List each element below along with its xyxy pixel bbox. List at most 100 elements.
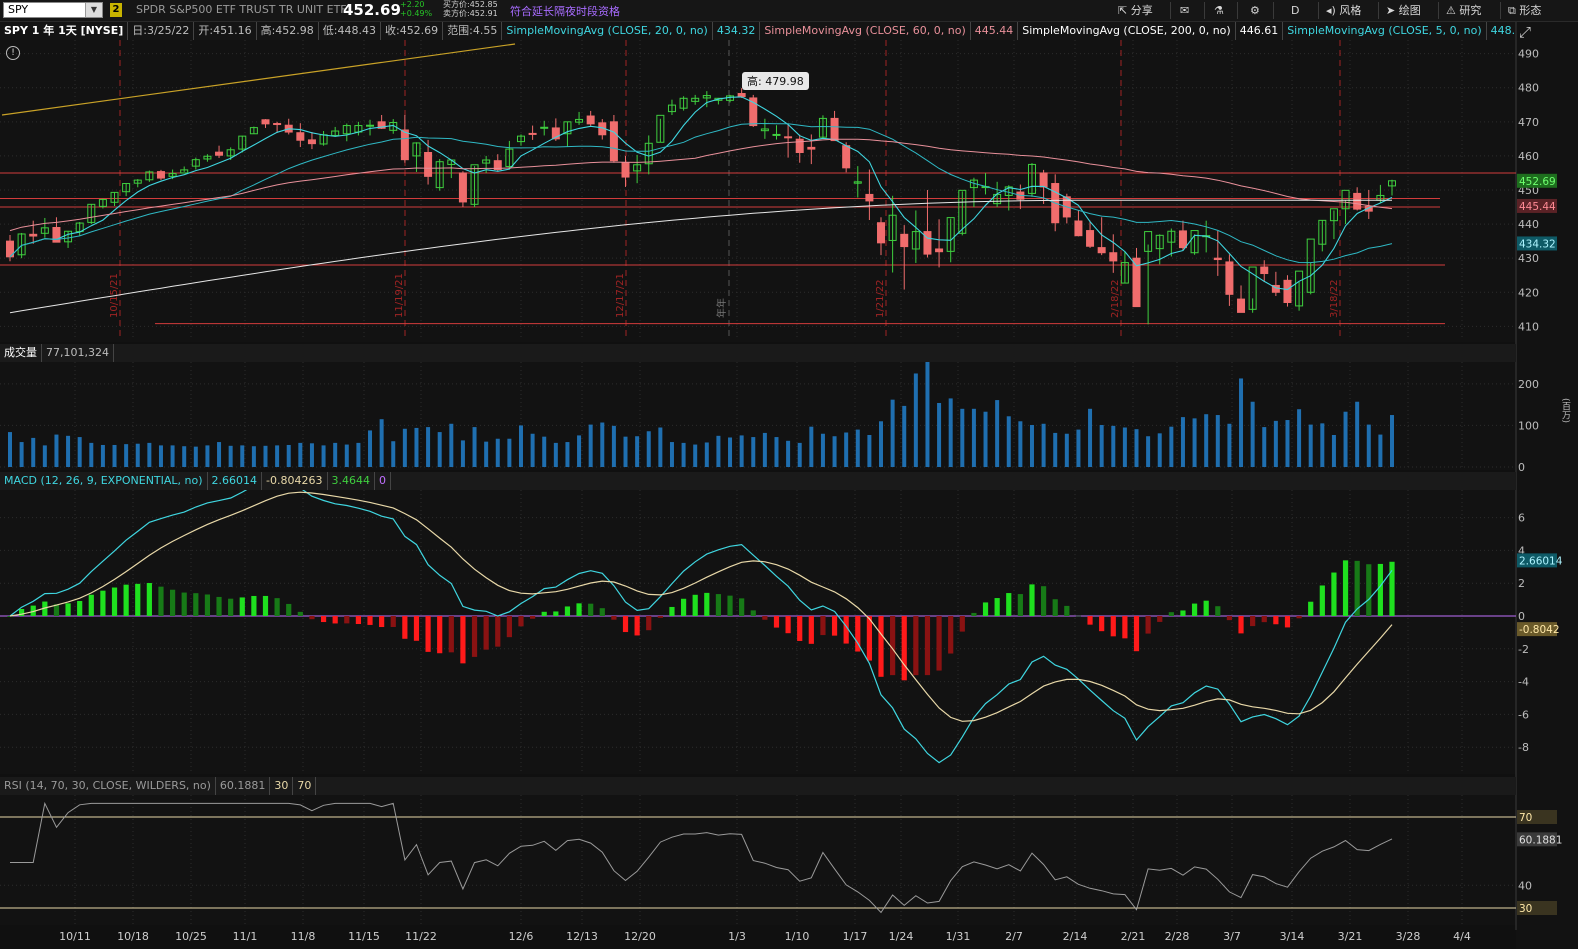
volume-bar [31,437,36,467]
volume-bar [913,373,918,467]
volume-bar [1088,408,1093,467]
x-axis-label: 2/21 [1121,930,1146,943]
info-icon[interactable]: ! [6,46,20,60]
macd-histogram-bar [320,616,327,623]
macd-histogram-bar [123,584,129,616]
macd-histogram-bar [1226,616,1233,621]
volume-bar [1146,436,1151,467]
volume-bar [518,425,523,467]
macd-histogram-bar [251,595,257,616]
volume-bar [1331,434,1336,467]
macd-panel-bg [0,490,1516,774]
volume-bar [995,400,1000,467]
macd-histogram-bar [646,616,652,631]
macd-histogram-bar [1064,605,1070,616]
macd-histogram-bar [971,612,977,616]
volume-bar [1343,411,1348,467]
macd-histogram-bar [460,616,466,664]
x-axis-label: 3/28 [1396,930,1421,943]
price-axis-label: 410 [1518,320,1539,333]
candle-body [156,171,165,179]
rsi-label[interactable]: RSI (14, 70, 30, CLOSE, WILDERS, no) [0,777,216,795]
candle-body [296,132,305,141]
volume-bar [925,357,930,467]
macd-histogram-bar [309,616,315,620]
volume-bar [1053,432,1058,467]
volume-bar [89,442,94,467]
volume-bar [193,446,198,467]
volume-bar [855,429,860,467]
volume-bar [1006,416,1011,467]
volume-header: 成交量 77,101,324 [0,344,1516,362]
macd-histogram-bar [65,603,71,616]
macd-histogram-bar [1377,563,1383,616]
candle-body [877,222,886,244]
macd-axis-label: 6 [1518,512,1525,525]
macd-histogram-bar [228,598,234,616]
macd-histogram-bar [530,616,536,619]
candle-body [772,133,781,136]
volume-bar [460,440,465,467]
volume-bar [1099,425,1104,467]
volume-bar [402,428,407,467]
macd-histogram-bar [622,616,629,633]
macd-histogram-bar [634,616,640,636]
macd-histogram-bar [379,616,385,628]
volume-bar [751,437,756,467]
volume-bar [1122,427,1127,467]
volume-bar [635,436,640,467]
expiration-date-label: 2/18/22 [1110,279,1121,318]
macd-histogram-bar [727,595,733,616]
macd-histogram-bar [297,611,303,616]
candle-body [400,129,409,161]
x-axis-label: 11/8 [291,930,316,943]
volume-bar [1029,425,1034,467]
macd-histogram-bar [680,598,687,616]
rsi-overbought: 70 [293,777,317,795]
macd-histogram-bar [1273,616,1279,625]
candle-body [784,136,793,139]
volume-bar [217,442,222,467]
volume-label[interactable]: 成交量 [0,344,42,362]
high-price-bubble: 高: 479.98 [742,72,809,90]
volume-bar [275,445,280,467]
price-axis-label: 420 [1518,286,1539,299]
volume-bar [844,432,849,467]
volume-bar [565,442,570,467]
volume-bar [124,444,129,467]
volume-bar [1018,421,1023,467]
macd-label[interactable]: MACD (12, 26, 9, EXPONENTIAL, no) [0,472,208,490]
volume-bar [356,442,361,467]
volume-bar [158,445,163,467]
candle-body [1097,247,1106,254]
macd-histogram-bar [611,616,617,620]
rsi-oversold: 30 [270,777,294,795]
macd-axis-label: -4 [1518,676,1529,689]
volume-bar [948,398,953,467]
macd-histogram-bar [274,598,280,616]
volume-bar [1064,433,1069,467]
volume-bar [77,437,82,467]
macd-histogram-bar [135,583,141,616]
macd-histogram-bar [495,616,501,647]
macd-histogram-bar [158,586,164,616]
macd-histogram-bar [111,587,118,616]
volume-bar [542,436,547,467]
volume-bar [971,408,976,467]
candle-body [621,162,630,178]
candle-body [29,233,38,237]
expand-icon[interactable]: ⤢ [1519,23,1531,41]
macd-histogram-bar [762,616,768,620]
candle-body [609,121,618,162]
macd-axis-label: 0 [1518,610,1525,623]
price-axis-label: 480 [1518,82,1539,95]
macd-histogram-bar [564,606,571,616]
volume-bar [170,445,175,467]
volume-bar [588,424,593,467]
x-axis-label: 11/15 [348,930,380,943]
macd-histogram-bar [599,608,605,616]
macd-axis-label: -6 [1518,708,1529,721]
volume-bar [1134,429,1139,467]
candle-body [1178,230,1187,249]
macd-histogram-bar [1052,599,1058,616]
